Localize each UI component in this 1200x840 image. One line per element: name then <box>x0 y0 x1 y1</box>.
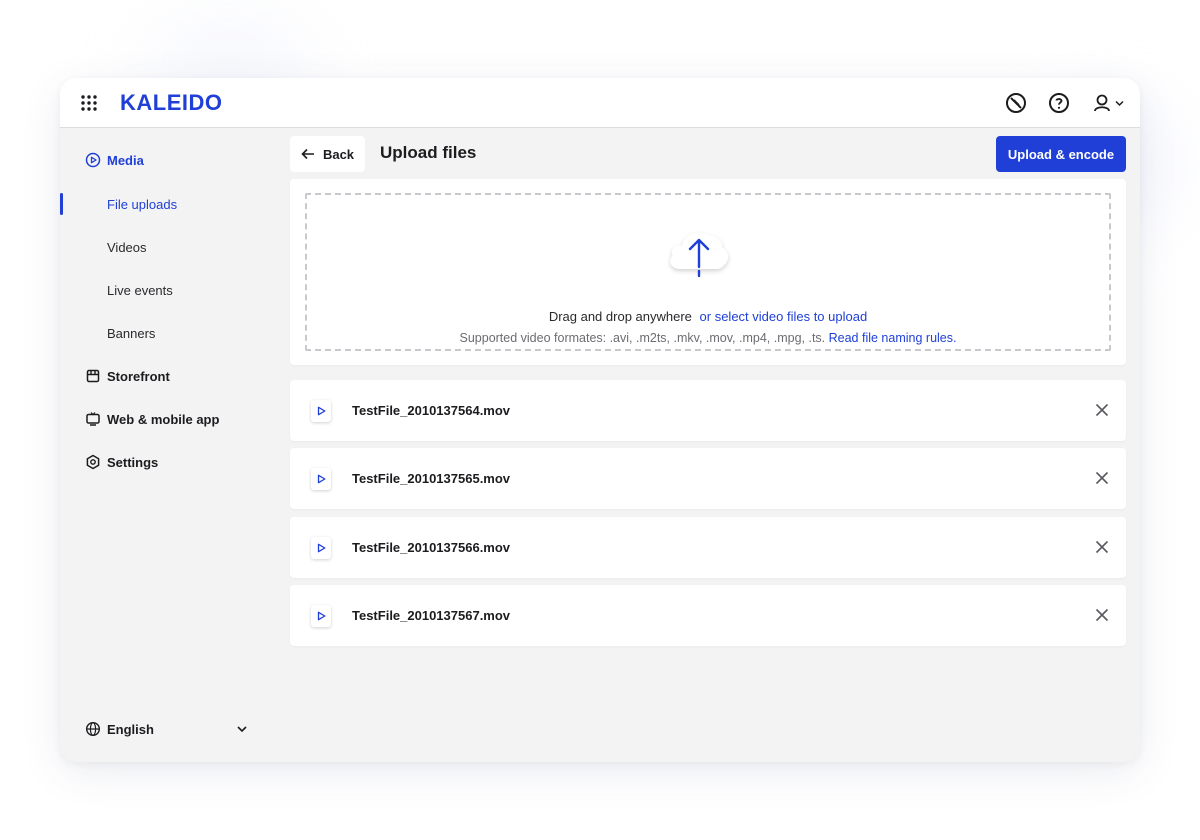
cloud-upload-icon <box>670 232 728 278</box>
globe-icon <box>85 721 101 737</box>
tv-icon <box>86 412 100 426</box>
select-files-link[interactable]: or select video files to upload <box>700 309 868 324</box>
back-button[interactable]: Back <box>290 136 365 172</box>
sidebar-item-media[interactable]: Media <box>60 142 276 178</box>
top-bar: KALEIDO <box>60 78 1140 128</box>
file-name: TestFile_2010137565.mov <box>352 471 511 486</box>
chevron-down-icon <box>237 726 247 733</box>
storefront-icon <box>86 369 100 383</box>
video-file-icon <box>311 605 331 627</box>
sidebar-item-label: Live events <box>107 282 173 298</box>
sidebar-item-settings[interactable]: Settings <box>60 444 276 480</box>
sidebar-item-videos[interactable]: Videos <box>60 229 276 265</box>
supported-formats: Supported video formates: .avi, .m2ts, .… <box>307 331 1109 345</box>
apps-grid-icon[interactable] <box>80 94 98 112</box>
page-title: Upload files <box>380 143 477 162</box>
file-name: TestFile_2010137564.mov <box>352 403 511 418</box>
file-row: TestFile_2010137565.mov <box>290 448 1126 509</box>
close-icon[interactable] <box>1094 402 1110 418</box>
back-label: Back <box>322 146 355 162</box>
drop-text: Drag and drop anywhere <box>548 309 692 324</box>
chevron-down-icon <box>1115 100 1124 107</box>
sidebar-item-live-events[interactable]: Live events <box>60 272 276 308</box>
close-icon[interactable] <box>1094 539 1110 555</box>
sidebar-item-label: Storefront <box>107 368 170 384</box>
sidebar-item-banners[interactable]: Banners <box>60 315 276 351</box>
language-selector[interactable]: English <box>60 711 276 747</box>
sidebar-item-label: Videos <box>107 239 147 255</box>
close-icon[interactable] <box>1094 470 1110 486</box>
drop-zone[interactable]: Drag and drop anywhere or select video f… <box>305 193 1111 351</box>
play-circle-icon <box>85 152 101 168</box>
upload-card: Drag and drop anywhere or select video f… <box>290 179 1126 365</box>
app-window: KALEIDO Media File uploads Videos Live e… <box>60 78 1140 762</box>
video-file-icon <box>311 537 331 559</box>
sidebar-item-label: File uploads <box>107 196 178 212</box>
arrow-left-icon <box>301 148 314 160</box>
file-row: TestFile_2010137567.mov <box>290 585 1126 646</box>
sidebar-item-label: Settings <box>107 454 159 470</box>
upload-encode-button[interactable]: Upload & encode <box>996 136 1126 172</box>
sidebar-item-web-mobile-app[interactable]: Web & mobile app <box>60 401 276 437</box>
video-file-icon <box>311 400 331 422</box>
video-file-icon <box>311 468 331 490</box>
no-entry-icon[interactable] <box>1004 91 1028 115</box>
app-logo[interactable]: KALEIDO <box>120 90 223 116</box>
formats-text: Supported video formates: .avi, .m2ts, .… <box>459 331 826 345</box>
sidebar-item-label: Media <box>107 152 144 168</box>
sidebar-item-label: Web & mobile app <box>107 411 220 427</box>
close-icon[interactable] <box>1094 607 1110 623</box>
file-row: TestFile_2010137566.mov <box>290 517 1126 578</box>
help-icon[interactable] <box>1047 91 1071 115</box>
drop-instructions: Drag and drop anywhere or select video f… <box>307 309 1109 324</box>
sidebar-item-label: Banners <box>107 325 156 341</box>
sidebar-item-file-uploads[interactable]: File uploads <box>60 186 276 222</box>
naming-rules-link[interactable]: Read file naming rules. <box>829 331 957 345</box>
file-name: TestFile_2010137566.mov <box>352 540 511 555</box>
sidebar-item-storefront[interactable]: Storefront <box>60 358 276 394</box>
file-name: TestFile_2010137567.mov <box>352 608 511 623</box>
sidebar: Media File uploads Videos Live events Ba… <box>60 129 276 762</box>
user-icon[interactable] <box>1092 91 1126 115</box>
file-row: TestFile_2010137564.mov <box>290 380 1126 441</box>
language-label: English <box>107 722 154 737</box>
gear-icon <box>86 454 100 470</box>
